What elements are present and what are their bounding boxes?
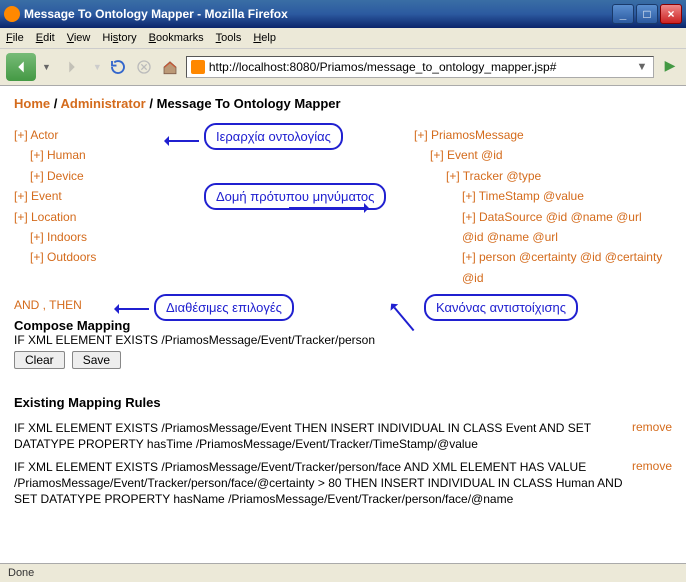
url-text[interactable]: http://localhost:8080/Priamos/message_to… xyxy=(209,60,631,74)
callout-ontology: Ιεραρχία οντολογίας xyxy=(204,123,343,150)
reload-button[interactable] xyxy=(108,57,128,77)
callout-message: Δομή πρότυπου μηνύματος xyxy=(204,183,386,210)
ontology-tree-node[interactable]: [+] Event xyxy=(14,186,194,206)
breadcrumb-home[interactable]: Home xyxy=(14,96,50,111)
save-button[interactable]: Save xyxy=(72,351,121,369)
rule-text: IF XML ELEMENT EXISTS /PriamosMessage/Ev… xyxy=(14,420,624,452)
menu-help[interactable]: Help xyxy=(253,32,276,44)
ontology-tree-node[interactable]: [+] Outdoors xyxy=(14,247,194,267)
rule-row: IF XML ELEMENT EXISTS /PriamosMessage/Ev… xyxy=(14,420,672,452)
callout-options: Διαθέσιμες επιλογές xyxy=(154,294,294,321)
close-button[interactable]: × xyxy=(660,4,682,24)
home-button[interactable] xyxy=(160,57,180,77)
callout-arrow xyxy=(289,207,364,209)
rule-text: IF XML ELEMENT EXISTS /PriamosMessage/Ev… xyxy=(14,459,624,508)
menu-bookmarks[interactable]: Bookmarks xyxy=(149,32,204,44)
url-dropdown[interactable]: ▼ xyxy=(635,61,649,73)
rules-list: IF XML ELEMENT EXISTS /PriamosMessage/Ev… xyxy=(14,420,672,507)
status-bar: Done xyxy=(0,563,686,582)
minimize-button[interactable]: _ xyxy=(612,4,634,24)
back-button[interactable] xyxy=(6,53,36,81)
menu-file[interactable]: File xyxy=(6,32,24,44)
navigation-toolbar: ▼ ▼ http://localhost:8080/Priamos/messag… xyxy=(0,49,686,86)
go-button[interactable]: ▶ xyxy=(660,57,680,77)
compose-mapping-title: Compose Mapping xyxy=(14,318,672,333)
menu-view[interactable]: View xyxy=(67,32,91,44)
callout-arrow xyxy=(169,140,199,142)
fwd-dropdown: ▼ xyxy=(93,62,102,72)
page-favicon xyxy=(191,60,205,74)
stop-button[interactable] xyxy=(134,57,154,77)
ontology-tree: [+] Actor[+] Human[+] Device[+] Event[+]… xyxy=(14,125,194,288)
breadcrumb-current: Message To Ontology Mapper xyxy=(157,96,341,111)
window-title: Message To Ontology Mapper - Mozilla Fir… xyxy=(24,7,610,21)
remove-link[interactable]: remove xyxy=(632,420,672,434)
stop-icon xyxy=(136,59,152,75)
clear-button[interactable]: Clear xyxy=(14,351,65,369)
breadcrumb-admin[interactable]: Administrator xyxy=(61,96,146,111)
ontology-tree-node[interactable]: [+] Device xyxy=(14,166,194,186)
message-tree-node[interactable]: [+] DataSource @id @name @url @id @name … xyxy=(414,207,664,248)
menu-history[interactable]: History xyxy=(102,32,136,44)
forward-button[interactable] xyxy=(57,53,87,81)
back-dropdown[interactable]: ▼ xyxy=(42,62,51,72)
menu-bar: File Edit View History Bookmarks Tools H… xyxy=(0,28,686,49)
maximize-button[interactable]: □ xyxy=(636,4,658,24)
message-tree-node[interactable]: [+] Event @id xyxy=(414,145,664,165)
firefox-icon xyxy=(4,6,20,22)
remove-link[interactable]: remove xyxy=(632,459,672,473)
home-icon xyxy=(161,58,179,76)
callout-rule: Κανόνας αντιστοίχισης xyxy=(424,294,578,321)
breadcrumb: Home / Administrator / Message To Ontolo… xyxy=(14,96,672,111)
arrow-left-icon xyxy=(10,56,32,78)
callout-arrow xyxy=(119,308,149,310)
reload-icon xyxy=(109,58,127,76)
ontology-tree-node[interactable]: [+] Location xyxy=(14,207,194,227)
menu-edit[interactable]: Edit xyxy=(36,32,55,44)
compose-mapping-text: IF XML ELEMENT EXISTS /PriamosMessage/Ev… xyxy=(14,333,672,347)
message-tree-node[interactable]: [+] Tracker @type xyxy=(414,166,664,186)
page-content: Home / Administrator / Message To Ontolo… xyxy=(0,86,686,563)
rule-row: IF XML ELEMENT EXISTS /PriamosMessage/Ev… xyxy=(14,459,672,508)
ontology-tree-node[interactable]: [+] Human xyxy=(14,145,194,165)
address-bar[interactable]: http://localhost:8080/Priamos/message_to… xyxy=(186,56,654,78)
message-tree-node[interactable]: [+] TimeStamp @value xyxy=(414,186,664,206)
message-tree-node[interactable]: [+] PriamosMessage xyxy=(414,125,664,145)
window-titlebar: Message To Ontology Mapper - Mozilla Fir… xyxy=(0,0,686,28)
message-tree-node[interactable]: [+] person @certainty @id @certainty @id xyxy=(414,247,664,288)
arrow-right-icon xyxy=(61,56,83,78)
menu-tools[interactable]: Tools xyxy=(216,32,242,44)
existing-rules-title: Existing Mapping Rules xyxy=(14,395,672,410)
ontology-tree-node[interactable]: [+] Indoors xyxy=(14,227,194,247)
